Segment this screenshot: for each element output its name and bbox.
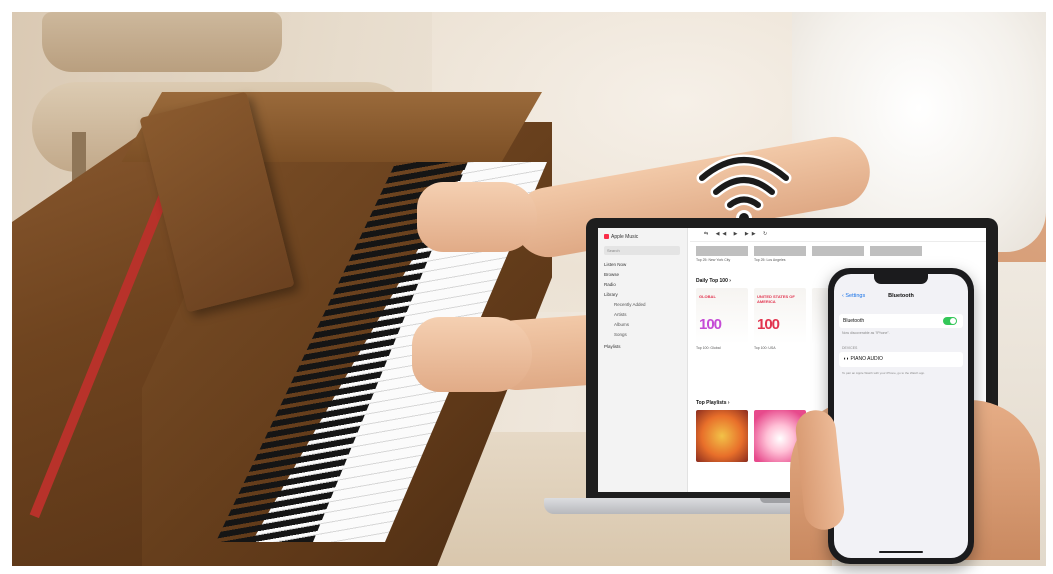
smartphone: ‹ Settings Bluetooth Bluetooth Now disco… [828, 268, 974, 564]
playlist-caption: Top 25: New York City [696, 258, 731, 262]
card-caption: Top 100: Global [696, 346, 721, 350]
card-caption: Top 100: USA [754, 346, 776, 350]
card-number: 100 [699, 316, 722, 333]
devices-section-label: DEVICES [842, 346, 858, 350]
sidebar-item-artists[interactable]: Artists [614, 312, 627, 317]
section-daily-top-100[interactable]: Daily Top 100 › [696, 278, 731, 284]
discoverable-text: Now discoverable as "iPhone". [842, 331, 890, 335]
card-number: 100 [757, 316, 780, 333]
phone-screen: ‹ Settings Bluetooth Bluetooth Now disco… [834, 274, 968, 558]
playlist-caption: Top 25: Los Angeles [754, 258, 786, 262]
sidebar-item-playlists[interactable]: Playlists [604, 344, 621, 349]
card-label: GLOBAL [699, 294, 716, 299]
player-dress [792, 12, 1046, 252]
screen-title: Bluetooth [888, 293, 914, 299]
sidebar-item-browse[interactable]: Browse [604, 272, 619, 277]
playlist-thumbnail[interactable] [696, 246, 748, 256]
phone-notch [874, 274, 928, 284]
music-app-title: Apple Music [604, 234, 638, 240]
music-app-name: Apple Music [611, 234, 639, 240]
sidebar-item-recently-added[interactable]: Recently Added [614, 302, 646, 307]
player-right-hand [417, 182, 537, 252]
section-top-playlists[interactable]: Top Playlists › [696, 400, 730, 406]
player-left-hand [412, 317, 532, 392]
sidebar-item-radio[interactable]: Radio [604, 282, 616, 287]
music-logo-icon [604, 234, 609, 240]
bluetooth-toggle[interactable] [943, 317, 957, 325]
sidebar-item-albums[interactable]: Albums [614, 322, 629, 327]
sidebar-item-songs[interactable]: Songs [614, 332, 627, 337]
chair [42, 12, 282, 72]
music-sidebar: Apple Music Search Listen Now Browse Rad… [598, 228, 688, 492]
playlist-artwork[interactable] [696, 410, 748, 462]
bluetooth-toggle-label: Bluetooth [843, 318, 865, 324]
image-frame: Apple Music Search Listen Now Browse Rad… [0, 0, 1053, 574]
chart-card-usa[interactable]: UNITED STATES OF AMERICA 100 [754, 288, 806, 344]
card-label: UNITED STATES OF AMERICA [757, 294, 795, 304]
music-search-input[interactable]: Search [604, 246, 680, 255]
device-row[interactable]: ◖◗ PIANO AUDIO [839, 352, 963, 367]
playlist-thumbnail[interactable] [812, 246, 864, 256]
wifi-icon [696, 154, 792, 226]
sidebar-item-library[interactable]: Library [604, 292, 618, 297]
sidebar-item-listen-now[interactable]: Listen Now [604, 262, 626, 267]
bluetooth-toggle-row: Bluetooth [839, 314, 963, 328]
device-name: PIANO AUDIO [850, 356, 883, 362]
playlist-thumbnail[interactable] [754, 246, 806, 256]
playlist-thumbnail[interactable] [870, 246, 922, 256]
pair-hint: To pair an Apple Watch with your iPhone,… [842, 371, 925, 375]
playback-controls[interactable]: ⇆ ◀◀ ▶ ▶▶ ↻ [690, 228, 986, 242]
chart-card-global[interactable]: GLOBAL 100 [696, 288, 748, 344]
home-indicator [879, 551, 923, 553]
